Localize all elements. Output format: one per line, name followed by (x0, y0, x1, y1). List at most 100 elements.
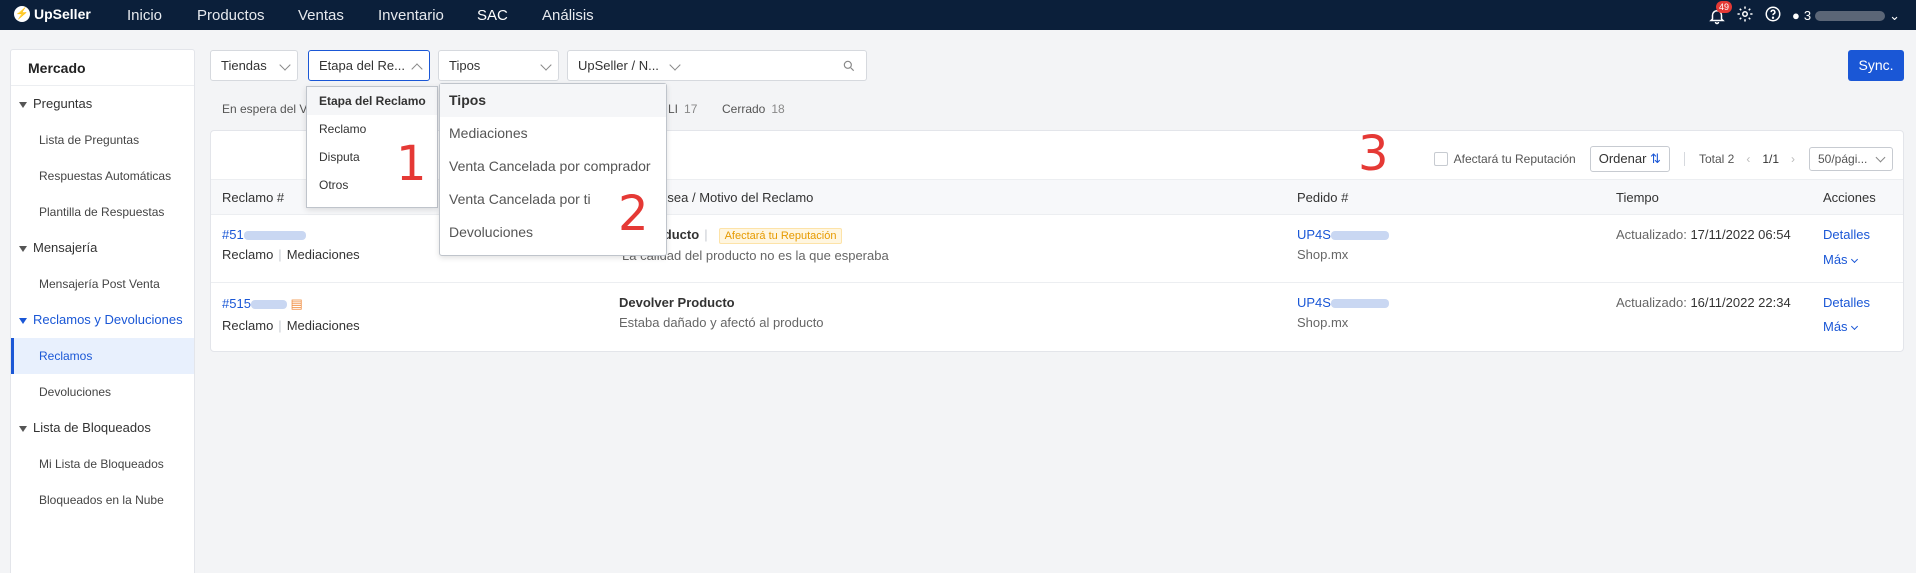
annotation-3: 3 (1358, 126, 1389, 182)
table-toolbar: Afectará tu Reputación Ordenar ⇅ Total 2… (1433, 145, 1903, 173)
nav-inventario[interactable]: Inventario (378, 7, 444, 24)
details-link[interactable]: Detalles (1823, 295, 1870, 310)
tipos-select[interactable]: Tipos (438, 50, 559, 81)
caret-down-icon (19, 425, 27, 432)
nav-productos[interactable]: Productos (197, 7, 265, 24)
tiendas-select[interactable]: Tiendas (210, 50, 298, 81)
table-row: #515 ▤ Reclamo | Mediaciones Devolver Prod… (211, 284, 1903, 352)
details-link[interactable]: Detalles (1823, 227, 1870, 242)
sidebar-group-preguntas[interactable]: Preguntas (11, 86, 194, 122)
sidebar-item-reclamos[interactable]: Reclamos (11, 338, 194, 374)
checkbox-icon (1433, 152, 1448, 167)
user-name-redacted (1815, 10, 1886, 21)
order-id: UP4S (1297, 295, 1331, 310)
total-count: Total 2 (1698, 152, 1735, 166)
prev-page-icon[interactable]: ‹ (1746, 152, 1750, 166)
reputation-filter-checkbox[interactable]: Afectará tu Reputación (1433, 151, 1576, 167)
more-menu[interactable]: Más (1823, 252, 1858, 267)
user-menu[interactable]: ● 3 ⌄ (1792, 8, 1900, 24)
ordenar-label: Ordenar (1598, 151, 1647, 166)
sidebar-item-plantilla-respuestas[interactable]: Plantilla de Respuestas (11, 194, 194, 230)
time-value: 17/11/2022 06:54 (1690, 227, 1791, 242)
col-acciones: Acciones (1823, 190, 1876, 205)
upseller-select[interactable]: UpSeller / N... (567, 50, 688, 81)
per-page-select[interactable]: 50/pági... (1809, 147, 1893, 171)
reputation-tag: Afectará tu Reputación (718, 228, 843, 244)
message-icon[interactable]: ▤ (291, 296, 303, 311)
order-link[interactable]: UP4S (1297, 227, 1389, 242)
ordenar-button[interactable]: Ordenar ⇅ (1589, 146, 1670, 172)
caret-down-icon (19, 317, 27, 324)
redacted-text (1330, 299, 1389, 309)
time-label: Actualizado: (1616, 227, 1687, 242)
sidebar-group-mensajeria[interactable]: Mensajería (11, 230, 194, 266)
top-navbar: ⚡ UpSeller Inicio Productos Ventas Inven… (0, 0, 1916, 30)
tab-label: Cerrado (722, 102, 766, 116)
sidebar-title: Mercado (11, 50, 194, 86)
col-reclamo: Reclamo # (222, 190, 285, 205)
search-input[interactable] (687, 51, 837, 80)
search-icon[interactable] (842, 59, 856, 73)
sidebar-item-lista-preguntas[interactable]: Lista de Preguntas (11, 122, 194, 158)
gear-icon[interactable] (1736, 5, 1754, 26)
search-box (687, 50, 867, 81)
dropdown-header[interactable]: Etapa del Reclamo (307, 87, 437, 115)
help-icon[interactable] (1764, 5, 1782, 26)
sidebar-item-mensajeria-post-venta[interactable]: Mensajería Post Venta (11, 266, 194, 302)
time-label: Actualizado: (1616, 295, 1687, 310)
tab-cerrado[interactable]: Cerrado 18 (722, 102, 785, 116)
shop-name: Shop.mx (1297, 315, 1349, 330)
order-link[interactable]: UP4S (1297, 295, 1389, 310)
claim-id-link[interactable]: #51 (222, 227, 306, 242)
sidebar-group-label: Reclamos y Devoluciones (33, 312, 183, 327)
claim-id: #515 (222, 296, 251, 311)
updated-time: Actualizado: 17/11/2022 06:54 (1616, 227, 1791, 242)
claim-id: #51 (222, 227, 244, 242)
upseller-logo[interactable]: ⚡ UpSeller (14, 6, 91, 22)
chevron-down-icon (1850, 322, 1858, 331)
claim-id-link[interactable]: #515 ▤ (222, 296, 303, 312)
chevron-down-icon (540, 59, 552, 71)
option-mediaciones[interactable]: Mediaciones (440, 117, 666, 150)
claim-reason: Estaba dañado y afectó al producto (619, 315, 824, 330)
tab-li[interactable]: LI 17 (668, 102, 697, 116)
more-menu[interactable]: Más (1823, 319, 1858, 334)
etapa-select-label: Etapa del Re... (319, 58, 405, 73)
nav-inicio[interactable]: Inicio (127, 7, 162, 24)
option-cancelada-comprador[interactable]: Venta Cancelada por comprador (440, 150, 666, 183)
reputation-filter-label: Afectará tu Reputación (1453, 151, 1576, 166)
sidebar-item-respuestas-automaticas[interactable]: Respuestas Automáticas (11, 158, 194, 194)
dropdown-header[interactable]: Tipos (440, 84, 666, 117)
page-indicator: 1/1 (1762, 152, 1779, 166)
claim-type: Reclamo (222, 247, 274, 262)
tab-en-espera[interactable]: En espera del V (222, 102, 307, 116)
claim-meta: Reclamo | Mediaciones (222, 318, 360, 333)
tab-count: 18 (771, 102, 785, 116)
chevron-up-icon (411, 63, 423, 75)
sidebar-group-label: Mensajería (33, 240, 98, 255)
chevron-down-icon (1850, 255, 1858, 264)
chevron-down-icon (669, 59, 681, 71)
sidebar-item-mi-lista-bloqueados[interactable]: Mi Lista de Bloqueados (11, 446, 194, 482)
sidebar-group-reclamos[interactable]: Reclamos y Devoluciones (11, 302, 194, 338)
annotation-2: 2 (618, 186, 649, 242)
etapa-select[interactable]: Etapa del Re... (308, 50, 430, 81)
nav-sac[interactable]: SAC (477, 7, 508, 24)
sync-button[interactable]: Sync. (1848, 50, 1904, 81)
sidebar-item-devoluciones[interactable]: Devoluciones (11, 374, 194, 410)
next-page-icon[interactable]: › (1791, 152, 1795, 166)
bell-icon[interactable]: 49 (1708, 0, 1733, 25)
user-icon: ● (1792, 8, 1800, 23)
pagination: Total 2 ‹ 1/1 › (1699, 152, 1795, 166)
sidebar-group-label: Preguntas (33, 96, 93, 111)
per-page-label: 50/pági... (1818, 152, 1868, 166)
sidebar-group-bloqueados[interactable]: Lista de Bloqueados (11, 410, 194, 446)
sidebar: Mercado Preguntas Lista de Preguntas Res… (10, 49, 195, 573)
notification-badge: 49 (1716, 0, 1733, 13)
sidebar-item-bloqueados-nube[interactable]: Bloqueados en la Nube (11, 482, 194, 518)
claim-meta: Reclamo | Mediaciones (222, 247, 360, 262)
logo-icon: ⚡ (14, 6, 30, 22)
nav-ventas[interactable]: Ventas (298, 7, 344, 24)
nav-analisis[interactable]: Análisis (542, 7, 594, 24)
col-tiempo: Tiempo (1616, 190, 1659, 205)
